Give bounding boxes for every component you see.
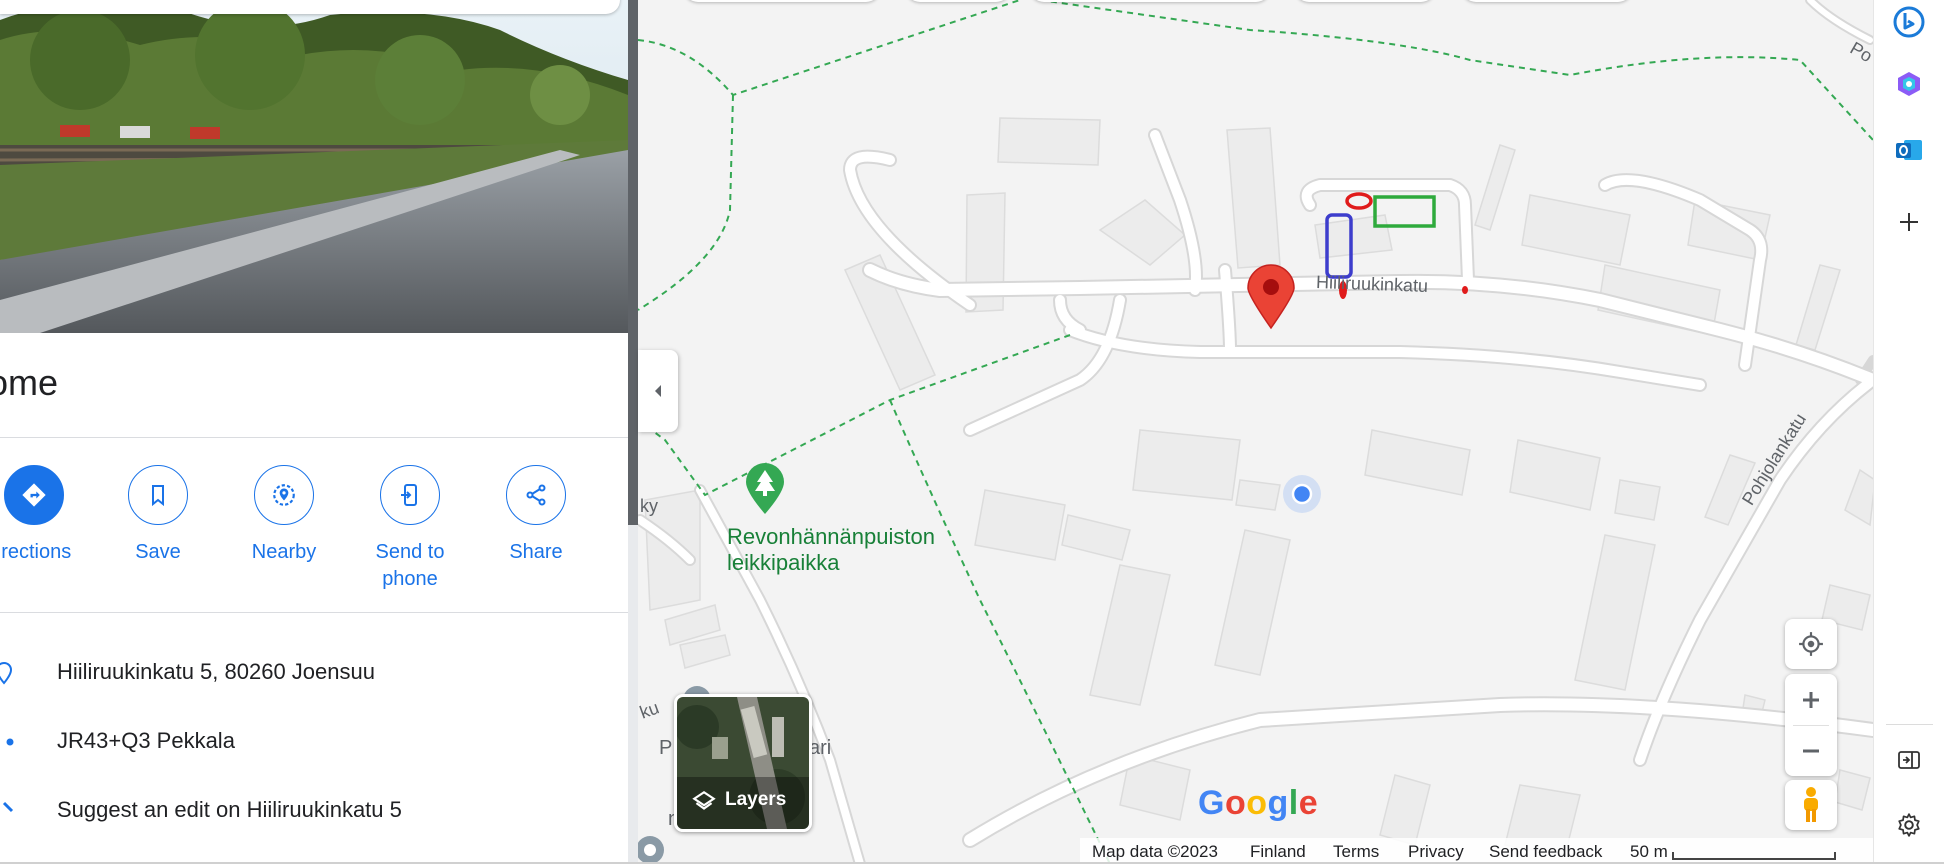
address-text: Hiiliruukinkatu 5, 80260 Joensuu: [57, 659, 375, 684]
outlook-icon: [1896, 140, 1922, 160]
layers-icon: [692, 790, 716, 810]
directions-icon: [4, 465, 64, 525]
m365-icon: [1898, 72, 1920, 96]
chevron-left-icon: [655, 385, 661, 397]
filter-chip[interactable]: [1030, 0, 1270, 2]
top-card-edge: [0, 0, 620, 14]
park-label-line1: Revonhännänpuiston: [727, 524, 935, 549]
add-sidebar-app-button[interactable]: [1887, 200, 1931, 244]
nearby-button[interactable]: Nearby: [229, 465, 339, 566]
nearby-label: Nearby: [251, 541, 317, 563]
map-label-fragment: ky: [640, 496, 658, 516]
map-footer: Map data ©2023 Finland Terms Privacy Sen…: [1080, 838, 1873, 864]
directions-button[interactable]: irections: [0, 465, 89, 566]
minus-icon: [1803, 749, 1819, 752]
send-to-phone-button[interactable]: Send to phone: [355, 465, 465, 593]
zoom-out-button[interactable]: [1785, 726, 1837, 776]
panel-scrollbar-thumb[interactable]: [628, 0, 638, 525]
send-to-phone-label: Send to phone: [375, 541, 445, 590]
location-pin-icon: [0, 661, 13, 685]
save-label: Save: [135, 541, 181, 563]
plus-code-row[interactable]: JR43+Q3 Pekkala: [0, 722, 628, 762]
google-logo: Google: [1198, 784, 1319, 822]
nearby-icon: [254, 465, 314, 525]
filter-chip[interactable]: [684, 0, 880, 2]
send-to-phone-icon: [380, 465, 440, 525]
scale-label[interactable]: 50 m: [1630, 842, 1668, 862]
sidebar-settings-button[interactable]: [1887, 803, 1931, 847]
copilot-button[interactable]: [1887, 62, 1931, 106]
crosshair-icon: [1799, 632, 1823, 656]
layers-label: Layers: [725, 789, 787, 810]
scale-bar[interactable]: [1672, 852, 1836, 860]
browser-sidebar: [1873, 0, 1944, 864]
share-icon: [506, 465, 566, 525]
street-view-photo[interactable]: [0, 0, 628, 333]
share-button[interactable]: Share: [481, 465, 591, 566]
park-label-line2: leikkipaikka: [727, 550, 840, 575]
place-panel: ome irections Save Nearby Send to phone …: [0, 0, 628, 864]
directions-label: irections: [0, 541, 72, 563]
send-feedback-link[interactable]: Send feedback: [1489, 842, 1602, 862]
gear-icon: [1898, 813, 1920, 837]
hide-sidebar-button[interactable]: [1887, 738, 1931, 782]
collapse-panel-button[interactable]: [638, 350, 678, 432]
country-link[interactable]: Finland: [1250, 842, 1306, 862]
map-data-attribution: Map data ©2023: [1092, 842, 1218, 861]
red-annotation: [1462, 286, 1468, 294]
plus-code-icon: [6, 738, 14, 746]
bing-chat-button[interactable]: [1887, 0, 1931, 44]
bookmark-icon: [128, 465, 188, 525]
place-title: ome: [0, 362, 59, 403]
suggest-edit-row[interactable]: Suggest an edit on Hiiliruukinkatu 5: [0, 791, 628, 831]
my-location-button[interactable]: [1785, 619, 1837, 669]
map-canvas[interactable]: [638, 0, 1873, 864]
filter-chip[interactable]: [1295, 0, 1435, 2]
share-label: Share: [509, 541, 563, 563]
street-label: Hiiliruukinkatu: [1315, 272, 1429, 296]
filter-chip[interactable]: [906, 0, 1010, 2]
divider: [0, 437, 628, 438]
outlook-button[interactable]: [1887, 128, 1931, 172]
sidebar-collapse-icon: [1898, 751, 1920, 769]
plus-code-text: JR43+Q3 Pekkala: [57, 728, 235, 753]
divider: [1886, 724, 1933, 725]
zoom-in-button[interactable]: [1785, 675, 1837, 725]
street-view-pegman-button[interactable]: [1785, 780, 1837, 830]
park-label[interactable]: Revonhännänpuiston leikkipaikka: [727, 524, 935, 576]
edit-icon: [2, 801, 14, 813]
map-label-fragment: P: [659, 737, 673, 759]
map-label-fragment: ari: [809, 737, 832, 759]
plus-icon: [1900, 213, 1918, 231]
layers-button[interactable]: Layers: [674, 694, 812, 832]
terms-link[interactable]: Terms: [1333, 842, 1379, 862]
suggest-edit-text: Suggest an edit on Hiiliruukinkatu 5: [57, 797, 402, 822]
address-row[interactable]: Hiiliruukinkatu 5, 80260 Joensuu: [0, 653, 628, 693]
pegman-icon: [1804, 787, 1818, 822]
privacy-link[interactable]: Privacy: [1408, 842, 1464, 862]
save-button[interactable]: Save: [103, 465, 213, 566]
bing-icon: [1893, 6, 1925, 38]
divider: [0, 612, 628, 613]
filter-chip[interactable]: [1462, 0, 1632, 2]
zoom-controls: [1785, 674, 1837, 776]
plus-icon: [1803, 691, 1819, 708]
